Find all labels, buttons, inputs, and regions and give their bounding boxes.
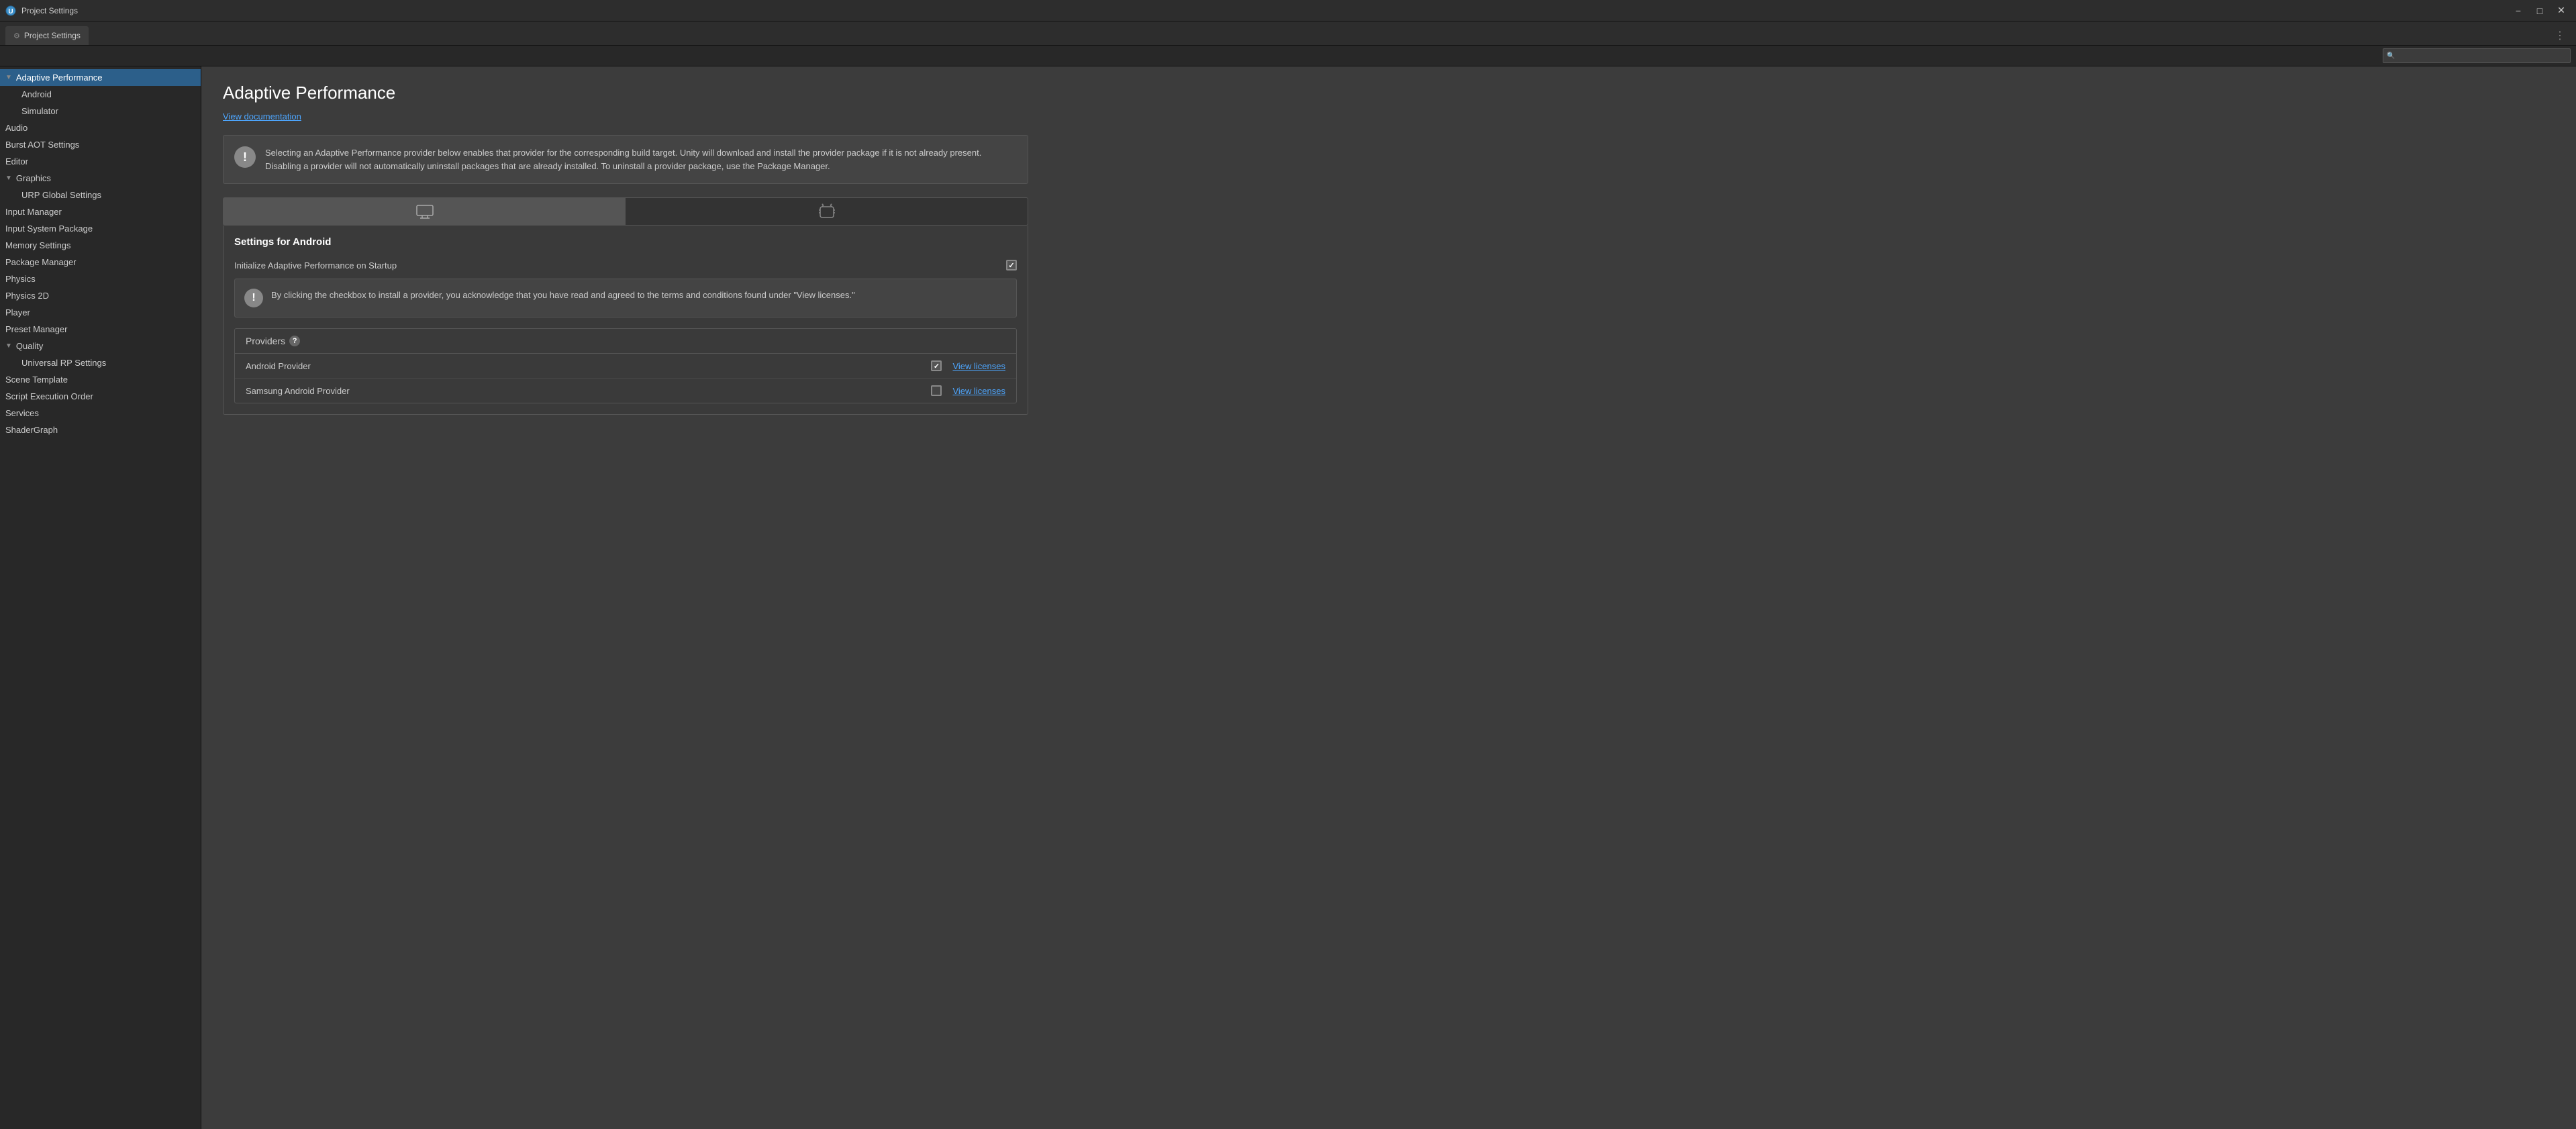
desktop-icon [415,204,434,219]
android-provider-row: Android Provider View licenses [235,354,1016,379]
samsung-provider-row: Samsung Android Provider View licenses [235,379,1016,403]
view-documentation-link[interactable]: View documentation [223,111,301,121]
sidebar-item-label: Physics 2D [5,291,49,301]
sidebar-item-urp-global[interactable]: URP Global Settings [0,187,201,203]
sidebar-item-label: Android [21,89,52,99]
providers-help-icon[interactable]: ? [289,336,300,346]
project-settings-tab[interactable]: ⚙ Project Settings [5,26,89,45]
sidebar-item-burst-aot[interactable]: Burst AOT Settings [0,136,201,153]
search-wrapper [2383,48,2571,63]
android-provider-view-licenses[interactable]: View licenses [952,361,1005,371]
sidebar-item-label: Burst AOT Settings [5,140,79,150]
title-bar: U Project Settings − □ ✕ [0,0,2576,21]
sidebar-item-label: Memory Settings [5,240,71,250]
sidebar-item-universal-rp[interactable]: Universal RP Settings [0,354,201,371]
sidebar-item-scene-template[interactable]: Scene Template [0,371,201,388]
window-controls: − □ ✕ [2509,3,2571,18]
sidebar-item-adaptive-performance[interactable]: Adaptive Performance [0,69,201,86]
android-provider-name: Android Provider [246,361,931,371]
sidebar-item-android[interactable]: Android [0,86,201,103]
svg-text:U: U [8,8,13,15]
content-inner: Adaptive Performance View documentation … [223,83,1028,415]
android-platform-tab[interactable] [626,198,1028,225]
sidebar-item-label: Scene Template [5,375,68,385]
triangle-adaptive-performance [5,74,12,81]
sidebar-item-services[interactable]: Services [0,405,201,422]
tab-bar: ⚙ Project Settings ⋮ [0,21,2576,46]
window-title: Project Settings [21,6,78,15]
sidebar-item-quality[interactable]: Quality [0,338,201,354]
gear-icon: ⚙ [13,32,20,40]
sidebar-item-label: Simulator [21,106,58,116]
sidebar: Adaptive Performance Android Simulator A… [0,66,201,1129]
sidebar-item-simulator[interactable]: Simulator [0,103,201,119]
settings-panel: Settings for Android Initialize Adaptive… [223,226,1028,415]
sidebar-item-label: Player [5,307,30,317]
sidebar-item-label: URP Global Settings [21,190,101,200]
sidebar-item-package-manager[interactable]: Package Manager [0,254,201,271]
sidebar-item-label: Preset Manager [5,324,68,334]
sidebar-item-label: Editor [5,156,28,166]
search-row [0,46,2576,66]
sidebar-item-memory-settings[interactable]: Memory Settings [0,237,201,254]
providers-section: Providers ? Android Provider View licens… [234,328,1017,403]
content-area: Adaptive Performance View documentation … [201,66,2576,1129]
title-bar-left: U Project Settings [5,5,78,16]
sidebar-item-label: Universal RP Settings [21,358,106,368]
android-icon [819,203,835,220]
tab-label: Project Settings [24,31,81,40]
app-icon: U [5,5,16,16]
sidebar-item-preset-manager[interactable]: Preset Manager [0,321,201,338]
triangle-graphics [5,175,12,182]
sidebar-item-label: Input Manager [5,207,62,217]
sidebar-item-input-system[interactable]: Input System Package [0,220,201,237]
sidebar-item-graphics[interactable]: Graphics [0,170,201,187]
sidebar-item-physics[interactable]: Physics [0,271,201,287]
desktop-platform-tab[interactable] [224,198,626,225]
minimize-button[interactable]: − [2509,3,2528,18]
search-input[interactable] [2383,48,2571,63]
sidebar-item-label: Adaptive Performance [16,72,103,83]
tab-bar-right: ⋮ [2549,29,2571,45]
warning-text: By clicking the checkbox to install a pr… [271,289,855,302]
providers-header: Providers ? [235,329,1016,354]
sidebar-item-editor[interactable]: Editor [0,153,201,170]
platform-tabs [223,197,1028,226]
sidebar-item-label: Input System Package [5,224,93,234]
sidebar-item-input-manager[interactable]: Input Manager [0,203,201,220]
sidebar-item-physics-2d[interactable]: Physics 2D [0,287,201,304]
info-text: Selecting an Adaptive Performance provid… [265,146,1017,173]
menu-dots-icon[interactable]: ⋮ [2549,29,2571,42]
info-box: ! Selecting an Adaptive Performance prov… [223,135,1028,184]
sidebar-item-label: Graphics [16,173,51,183]
samsung-provider-checkbox[interactable] [931,385,942,396]
sidebar-item-label: ShaderGraph [5,425,58,435]
sidebar-item-label: Audio [5,123,28,133]
sidebar-item-audio[interactable]: Audio [0,119,201,136]
sidebar-item-label: Script Execution Order [5,391,93,401]
providers-label: Providers [246,336,285,346]
sidebar-item-shader-graph[interactable]: ShaderGraph [0,422,201,438]
samsung-provider-view-licenses[interactable]: View licenses [952,386,1005,396]
initialize-setting-row: Initialize Adaptive Performance on Start… [234,257,1017,273]
page-title: Adaptive Performance [223,83,1028,103]
info-icon: ! [234,146,256,168]
sidebar-item-label: Services [5,408,39,418]
warning-box: ! By clicking the checkbox to install a … [234,279,1017,317]
maximize-button[interactable]: □ [2530,3,2549,18]
initialize-checkbox[interactable] [1006,260,1017,271]
samsung-provider-name: Samsung Android Provider [246,386,931,396]
main-layout: Adaptive Performance Android Simulator A… [0,66,2576,1129]
sidebar-item-label: Quality [16,341,43,351]
sidebar-item-label: Physics [5,274,36,284]
settings-for-android-title: Settings for Android [234,236,1017,248]
warning-icon: ! [244,289,263,307]
initialize-label: Initialize Adaptive Performance on Start… [234,260,1006,271]
android-provider-checkbox[interactable] [931,360,942,371]
sidebar-item-label: Package Manager [5,257,77,267]
close-button[interactable]: ✕ [2552,3,2571,18]
triangle-quality [5,342,12,350]
sidebar-item-script-execution[interactable]: Script Execution Order [0,388,201,405]
sidebar-item-player[interactable]: Player [0,304,201,321]
